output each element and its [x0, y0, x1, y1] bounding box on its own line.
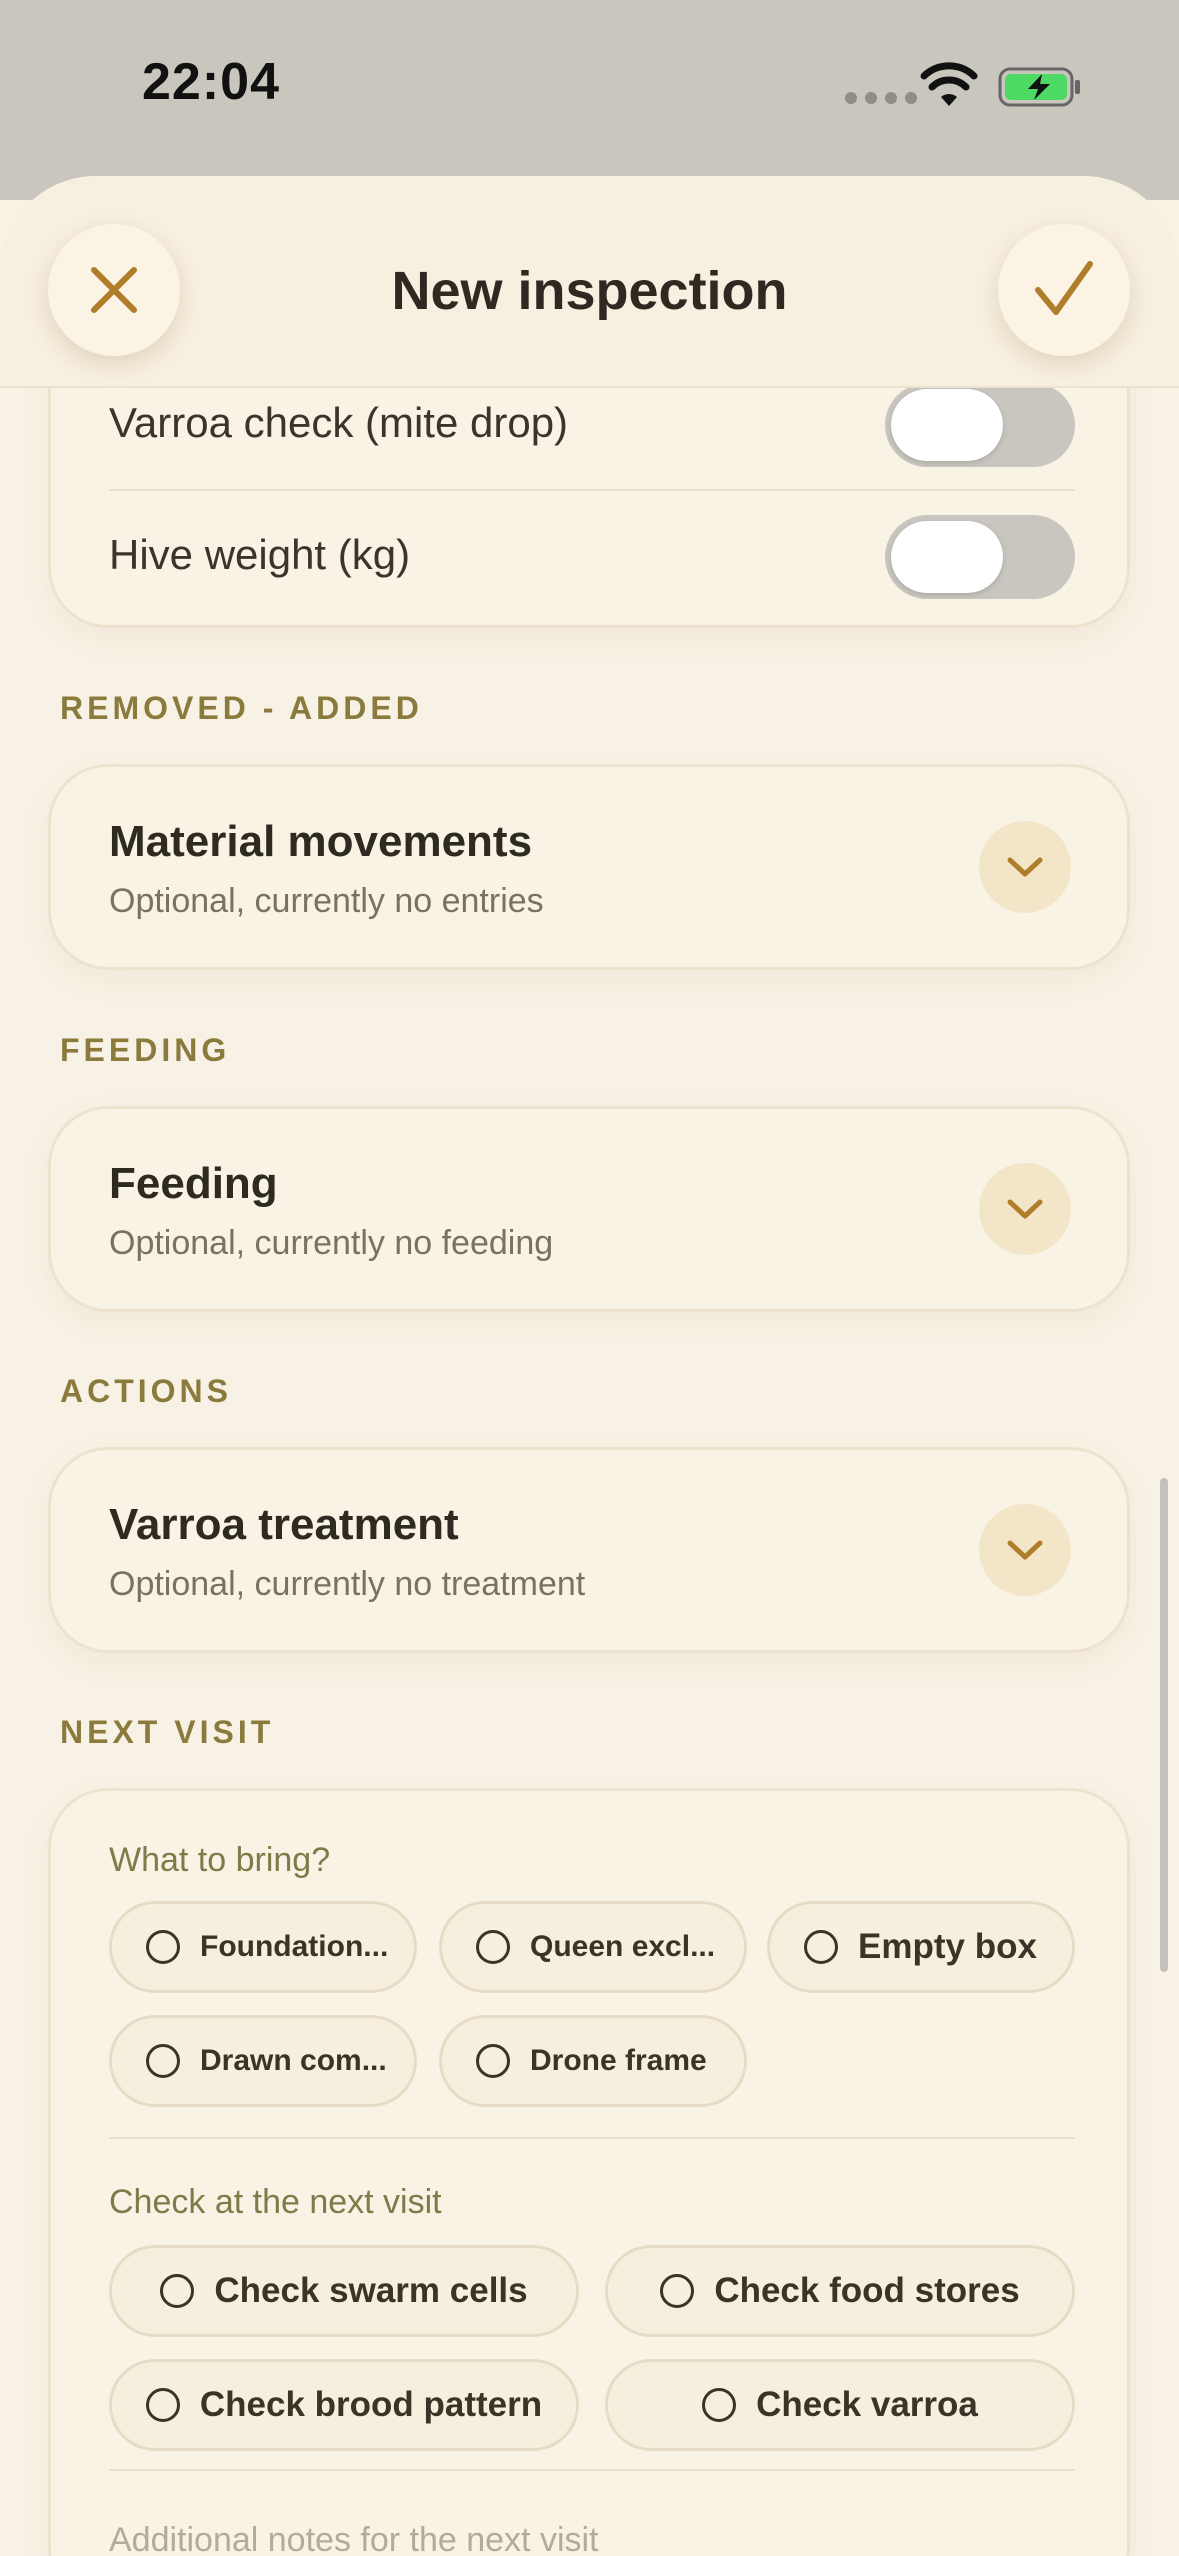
section-label-feeding: FEEDING	[60, 1032, 231, 1068]
radio-icon	[702, 2388, 737, 2422]
check-next-visit-heading: Check at the next visit	[109, 2183, 442, 2221]
card-title: Feeding	[109, 1159, 278, 1208]
feeding-card[interactable]: Feeding Optional, currently no feeding	[48, 1106, 1130, 1312]
divider	[109, 2469, 1075, 2471]
varroa-treatment-card[interactable]: Varroa treatment Optional, currently no …	[48, 1447, 1130, 1653]
next-visit-card: What to bring? Foundation... Queen excl.…	[48, 1788, 1130, 2556]
checkmark-icon	[1035, 261, 1093, 315]
radio-icon	[146, 1930, 180, 1964]
bring-chip-empty-box[interactable]: Empty box	[767, 1901, 1075, 1993]
toggle-row-hive-weight: Hive weight (kg)	[109, 491, 1075, 621]
radio-icon	[660, 2274, 695, 2308]
radio-icon	[145, 2388, 180, 2422]
sheet-header: New inspection	[0, 176, 1179, 388]
expand-feeding-button[interactable]	[979, 1163, 1071, 1255]
expand-material-movements-button[interactable]	[979, 821, 1071, 913]
section-label-actions: ACTIONS	[60, 1373, 232, 1409]
material-movements-card[interactable]: Material movements Optional, currently n…	[48, 764, 1130, 970]
radio-icon	[160, 2274, 195, 2308]
section-label-next-visit: NEXT VISIT	[60, 1714, 275, 1750]
what-to-bring-heading: What to bring?	[109, 1841, 331, 1879]
card-subtitle: Optional, currently no entries	[109, 882, 544, 920]
battery-charging-icon	[998, 67, 1080, 107]
bring-chip-drone-frame[interactable]: Drone frame	[439, 2015, 747, 2107]
card-subtitle: Optional, currently no treatment	[109, 1565, 586, 1603]
divider	[109, 2137, 1075, 2139]
status-time: 22:04	[142, 53, 280, 111]
inspection-sheet: New inspection Varroa check (mite drop) …	[0, 176, 1179, 2556]
bring-chip-queen-excluder[interactable]: Queen excl...	[439, 1901, 747, 1993]
check-chip-swarm-cells[interactable]: Check swarm cells	[109, 2245, 579, 2337]
toggle-label: Varroa check (mite drop)	[109, 399, 569, 446]
expand-varroa-treatment-button[interactable]	[979, 1504, 1071, 1596]
check-chip-brood-pattern[interactable]: Check brood pattern	[109, 2359, 579, 2451]
bring-chip-foundation[interactable]: Foundation...	[109, 1901, 417, 1993]
bring-chip-drawn-comb[interactable]: Drawn com...	[109, 2015, 417, 2107]
radio-icon	[476, 1930, 510, 1964]
save-button[interactable]	[998, 224, 1130, 356]
check-chip-varroa[interactable]: Check varroa	[605, 2359, 1075, 2451]
card-title: Material movements	[109, 817, 533, 866]
radio-icon	[804, 1930, 838, 1964]
radio-icon	[476, 2044, 510, 2078]
cellular-signal-icon	[845, 92, 917, 104]
card-title: Varroa treatment	[109, 1500, 459, 1549]
check-chip-food-stores[interactable]: Check food stores	[605, 2245, 1075, 2337]
chevron-down-icon	[1007, 857, 1043, 877]
radio-icon	[146, 2044, 180, 2078]
wifi-icon	[920, 62, 978, 106]
status-bar: 22:04	[0, 0, 1179, 200]
hive-weight-toggle[interactable]	[885, 515, 1075, 599]
chevron-down-icon	[1007, 1199, 1043, 1219]
toggle-label: Hive weight (kg)	[109, 531, 411, 578]
scrollbar[interactable]	[1160, 1478, 1168, 1972]
varroa-check-toggle[interactable]	[885, 383, 1075, 467]
section-label-removed-added: REMOVED - ADDED	[60, 690, 423, 726]
chevron-down-icon	[1007, 1540, 1043, 1560]
card-subtitle: Optional, currently no feeding	[109, 1224, 554, 1262]
next-visit-notes-field[interactable]: Additional notes for the next visit	[109, 2521, 1075, 2556]
